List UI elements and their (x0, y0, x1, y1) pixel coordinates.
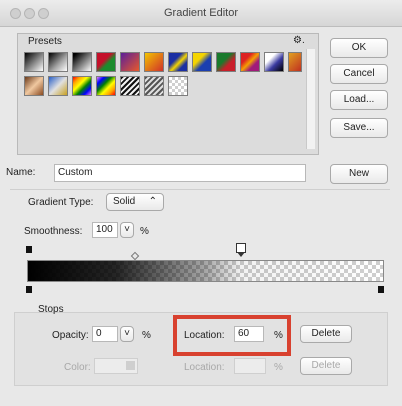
preset-swatch[interactable] (24, 76, 44, 96)
preset-swatch[interactable] (120, 52, 140, 72)
preset-swatch[interactable] (240, 52, 260, 72)
name-label: Name: (6, 167, 36, 178)
save-button[interactable]: Save... (330, 118, 388, 138)
opacity-input[interactable]: 0 (92, 326, 118, 342)
preset-swatch[interactable] (120, 76, 140, 96)
preset-swatch[interactable] (192, 52, 212, 72)
opacity-unit: % (142, 330, 151, 341)
color-location-input (234, 358, 266, 374)
smoothness-input[interactable]: 100 (92, 222, 118, 238)
stops-label: Stops (38, 304, 64, 315)
preset-swatch[interactable] (168, 52, 188, 72)
preset-swatch[interactable] (48, 76, 68, 96)
opacity-stop-left[interactable] (26, 246, 32, 253)
color-location-unit: % (274, 362, 283, 373)
divider (10, 189, 390, 190)
smoothness-unit: % (140, 226, 149, 237)
opacity-dropdown-button[interactable]: ˅ (120, 326, 134, 342)
gradient-type-label: Gradient Type: (28, 197, 94, 208)
preset-swatch[interactable] (72, 52, 92, 72)
delete-opacity-stop-button[interactable]: Delete (300, 325, 352, 343)
color-label: Color: (64, 362, 91, 373)
preset-swatch[interactable] (264, 52, 284, 72)
preset-swatch[interactable] (96, 76, 116, 96)
opacity-label: Opacity: (52, 330, 89, 341)
new-button[interactable]: New (330, 164, 388, 184)
preset-swatch[interactable] (288, 52, 302, 72)
select-arrows-icon: ⌃ (148, 196, 157, 207)
color-stop-right[interactable] (378, 286, 384, 293)
color-stop-left[interactable] (26, 286, 32, 293)
stop-pointer-icon (237, 252, 245, 257)
smoothness-dropdown-button[interactable]: ˅ (120, 222, 134, 238)
preset-swatch[interactable] (144, 52, 164, 72)
preset-swatch[interactable] (48, 52, 68, 72)
delete-color-stop-button: Delete (300, 357, 352, 375)
location-highlight-box (173, 315, 291, 356)
presets-menu-icon[interactable]: ⚙. (293, 35, 305, 46)
preset-swatch[interactable] (216, 52, 236, 72)
color-picker-arrow-icon (126, 361, 135, 370)
name-input[interactable]: Custom (54, 164, 306, 182)
gradient-preview-bar[interactable] (27, 260, 384, 282)
color-swatch-field (94, 358, 138, 374)
title-bar: Gradient Editor (0, 0, 402, 27)
gradient-type-value: Solid (113, 196, 136, 207)
preset-swatch[interactable] (96, 52, 116, 72)
gradient-type-select[interactable]: Solid ⌃ (106, 193, 164, 211)
preset-swatch[interactable] (168, 76, 188, 96)
smoothness-label: Smoothness: (24, 226, 83, 237)
load-button[interactable]: Load... (330, 90, 388, 110)
preset-swatch[interactable] (24, 52, 44, 72)
color-location-label: Location: (184, 362, 225, 373)
preset-swatch[interactable] (72, 76, 92, 96)
window-title: Gradient Editor (164, 7, 238, 19)
presets-scrollbar[interactable] (306, 49, 315, 149)
preset-swatch[interactable] (144, 76, 164, 96)
cancel-button[interactable]: Cancel (330, 64, 388, 84)
opacity-midpoint-diamond[interactable] (130, 251, 140, 261)
presets-label: Presets (28, 36, 62, 47)
ok-button[interactable]: OK (330, 38, 388, 58)
